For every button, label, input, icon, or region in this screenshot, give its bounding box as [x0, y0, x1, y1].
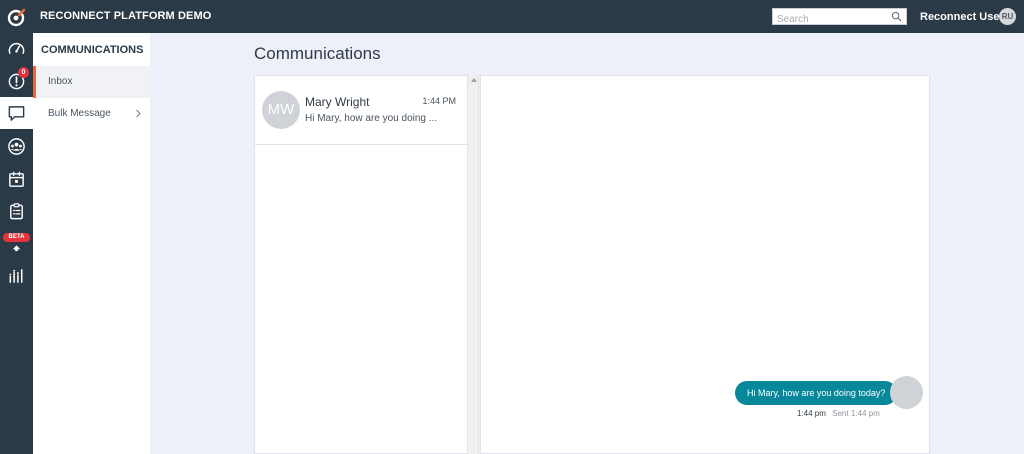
calendar-icon — [9, 171, 24, 187]
nav-item-label: Inbox — [48, 76, 73, 87]
conversation-item[interactable]: MW Mary Wright 1:44 PM Hi Mary, how are … — [255, 76, 467, 145]
contact-name: Mary Wright — [305, 95, 370, 109]
scroll-up-icon[interactable] — [471, 78, 477, 82]
rail-item-communications[interactable] — [0, 97, 33, 129]
contact-avatar: MW — [262, 91, 300, 129]
nav-item-inbox[interactable]: Inbox — [33, 66, 150, 98]
nav-title: COMMUNICATIONS — [41, 44, 144, 56]
speedometer-icon — [8, 42, 25, 54]
search-box[interactable] — [772, 8, 907, 27]
user-avatar[interactable]: RU — [999, 8, 1016, 25]
page-title: Communications — [254, 44, 381, 63]
rail-item-dashboard[interactable] — [0, 33, 33, 65]
top-bar: RECONNECT PLATFORM DEMO Reconnect User R… — [0, 0, 1024, 33]
nav-item-label: Bulk Message — [48, 108, 111, 119]
message-status: Sent 1:44 pm — [832, 409, 880, 418]
rail-item-alerts[interactable]: 0 — [0, 65, 33, 97]
nav-item-bulk-message[interactable]: Bulk Message — [33, 98, 150, 130]
rail-item-calendar[interactable] — [0, 163, 33, 195]
chat-panel: Hi Mary, how are you doing today? 1:44 p… — [480, 75, 930, 454]
message-time: 1:44 pm — [797, 409, 826, 418]
app-title: RECONNECT PLATFORM DEMO — [40, 10, 212, 22]
icon-rail: 0 BETA — [0, 33, 33, 454]
conversation-time: 1:44 PM — [422, 96, 456, 106]
user-name[interactable]: Reconnect User — [920, 11, 1004, 23]
group-icon — [8, 137, 25, 155]
bar-chart-icon — [9, 268, 23, 283]
chat-bubble-icon — [8, 105, 25, 121]
message-meta: 1:44 pm Sent 1:44 pm — [797, 409, 880, 418]
message-preview: Hi Mary, how are you doing ... — [305, 113, 438, 124]
rail-item-beta[interactable]: BETA — [0, 227, 33, 259]
rail-item-reports[interactable] — [0, 259, 33, 291]
rail-item-tasks[interactable] — [0, 195, 33, 227]
conversation-list: MW Mary Wright 1:44 PM Hi Mary, how are … — [254, 75, 470, 454]
app-logo-icon[interactable] — [7, 7, 27, 27]
sender-avatar — [890, 376, 923, 409]
chevron-right-icon — [136, 109, 141, 118]
message-bubble: Hi Mary, how are you doing today? — [735, 381, 898, 405]
clipboard-icon — [10, 202, 23, 219]
beta-badge: BETA — [3, 233, 30, 242]
rail-item-groups[interactable] — [0, 130, 33, 162]
search-icon[interactable] — [891, 11, 902, 22]
alert-count-badge: 0 — [18, 67, 29, 78]
communications-nav: COMMUNICATIONS Inbox Bulk Message — [33, 33, 150, 454]
conversation-list-scrollbar[interactable] — [467, 75, 479, 454]
search-input[interactable] — [773, 12, 885, 27]
